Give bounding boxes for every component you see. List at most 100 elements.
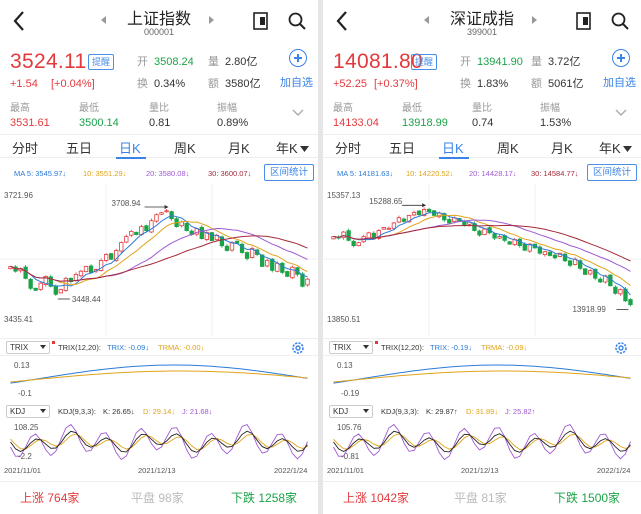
tab-yearly-k[interactable]: 年K [599, 138, 632, 157]
candle-body [23, 266, 28, 279]
interval-stats-button[interactable]: 区间统计 [587, 164, 637, 181]
j-value: J: 25.82↑ [505, 407, 536, 416]
candle-body [366, 232, 371, 239]
add-watchlist-button[interactable]: 加自选 [280, 74, 313, 90]
caret-down-icon [363, 345, 369, 349]
candle-body [285, 271, 290, 277]
active-tab-indicator [439, 157, 469, 159]
indicator-select-trix[interactable]: TRIX [329, 341, 373, 354]
ma5-value: MA 5: 14181.63↓ [337, 169, 394, 178]
candle-body [58, 289, 64, 294]
stat-low: 最低 3500.14 [79, 103, 119, 129]
tab-weekly-k[interactable]: 周K [497, 138, 519, 157]
candle-body [265, 260, 270, 267]
search-icon[interactable] [287, 11, 307, 31]
date-middle: 2021/12/13 [461, 466, 499, 475]
date-start: 2021/11/01 [327, 466, 364, 475]
trma-value: TRMA: -0.09↓ [481, 343, 528, 352]
decliners: 下跌 1500家 [554, 491, 621, 505]
candle-body [63, 277, 69, 291]
candle-body [391, 222, 397, 229]
interval-stats-button[interactable]: 区间统计 [264, 164, 314, 181]
candle-body [411, 211, 417, 216]
tab-monthly-k[interactable]: 月K [551, 138, 573, 157]
trix-params: TRIX(12,20): [381, 343, 424, 352]
candle-body [134, 231, 139, 236]
unchanged: 平盘 98家 [131, 491, 184, 505]
chevron-down-icon[interactable] [615, 107, 627, 119]
candle-body [542, 251, 548, 256]
candle-body [356, 242, 361, 247]
ma10-line [10, 220, 308, 286]
search-icon[interactable] [610, 11, 630, 31]
current-price: 3524.11 [10, 50, 87, 73]
chevron-down-icon[interactable] [292, 107, 304, 119]
trix-indicator-bar: TRIX TRIX(12,20): TRIX: -0.19↓ TRMA: -0.… [323, 338, 641, 356]
ma5-value: MA 5: 3545.97↓ [14, 169, 67, 178]
price-change: +1.54 [10, 78, 38, 90]
tab-daily-k[interactable]: 日K [119, 138, 141, 157]
candle-body [73, 273, 79, 282]
candle-body [119, 242, 124, 252]
period-tabs: 分时 五日 日K 周K 月K 年K [323, 134, 641, 159]
candlestick-chart[interactable] [0, 184, 318, 336]
axis-bottom-label: 3435.41 [4, 315, 33, 324]
indicator-select-kdj[interactable]: KDJ [329, 405, 373, 418]
tab-five-day[interactable]: 五日 [389, 138, 415, 157]
caret-down-icon [622, 146, 632, 152]
remind-button[interactable]: 提醒 [411, 54, 437, 70]
gear-icon[interactable] [291, 341, 305, 355]
d-value: D: 29.14↓ [143, 407, 176, 416]
kdj-indicator-bar: KDJ KDJ(9,3,3): K: 29.87↑ D: 31.89↓ J: 2… [323, 403, 641, 419]
next-stock-arrow[interactable] [209, 16, 214, 24]
kdj-chart [333, 423, 631, 461]
max-marker-arrow [422, 203, 427, 208]
tab-monthly-k[interactable]: 月K [228, 138, 250, 157]
candle-body [386, 227, 392, 230]
stat-amplitude: 振幅 0.89% [217, 103, 249, 129]
indicator-select-trix[interactable]: TRIX [6, 341, 50, 354]
next-stock-arrow[interactable] [532, 16, 537, 24]
trix-indicator-bar: TRIX TRIX(12,20): TRIX: -0.09↓ TRMA: -0.… [0, 338, 318, 356]
candle-body [280, 262, 285, 273]
candle-body [482, 228, 487, 236]
stat-amplitude: 振幅 1.53% [540, 103, 572, 129]
j-value: J: 21.68↓ [182, 407, 213, 416]
candle-body [184, 222, 189, 232]
remind-button[interactable]: 提醒 [88, 54, 114, 70]
trix-chart [10, 364, 308, 384]
period-tabs: 分时 五日 日K 周K 月K 年K [0, 134, 318, 159]
axis-top-label: 15357.13 [327, 191, 361, 200]
candle-body [567, 260, 573, 266]
ma20-value: 20: 3580.08↓ [146, 169, 190, 178]
tab-five-day[interactable]: 五日 [66, 138, 92, 157]
trix-value: TRIX: -0.19↓ [430, 343, 473, 352]
candle-body [447, 219, 452, 224]
tab-weekly-k[interactable]: 周K [174, 138, 196, 157]
gear-icon[interactable] [614, 341, 628, 355]
tab-daily-k[interactable]: 日K [442, 138, 464, 157]
add-watchlist-button[interactable]: 加自选 [603, 74, 636, 90]
candle-body [618, 289, 623, 295]
indicator-select-kdj[interactable]: KDJ [6, 405, 50, 418]
axis-top-label: 3721.96 [4, 191, 33, 200]
panel-shenzhen-index: 深证成指 399001 14081.80 提醒 +52.25 [+0.37%] … [323, 0, 641, 514]
tab-intraday[interactable]: 分时 [335, 138, 361, 157]
open-price: 开 13941.90 [460, 56, 523, 68]
candle-body [552, 254, 558, 259]
candle-body [149, 220, 154, 233]
candle-body [244, 252, 250, 259]
plus-circle-icon[interactable] [612, 49, 630, 67]
share-icon[interactable] [251, 11, 271, 31]
candle-body [305, 278, 310, 286]
candle-body [229, 242, 235, 251]
candle-body [83, 266, 89, 273]
tab-intraday[interactable]: 分时 [12, 138, 38, 157]
candle-body [426, 208, 432, 213]
share-icon[interactable] [574, 11, 594, 31]
tab-yearly-k[interactable]: 年K [276, 138, 309, 157]
candle-body [129, 231, 134, 236]
plus-circle-icon[interactable] [289, 49, 307, 67]
candle-body [628, 299, 633, 306]
trix-params: TRIX(12,20): [58, 343, 101, 352]
